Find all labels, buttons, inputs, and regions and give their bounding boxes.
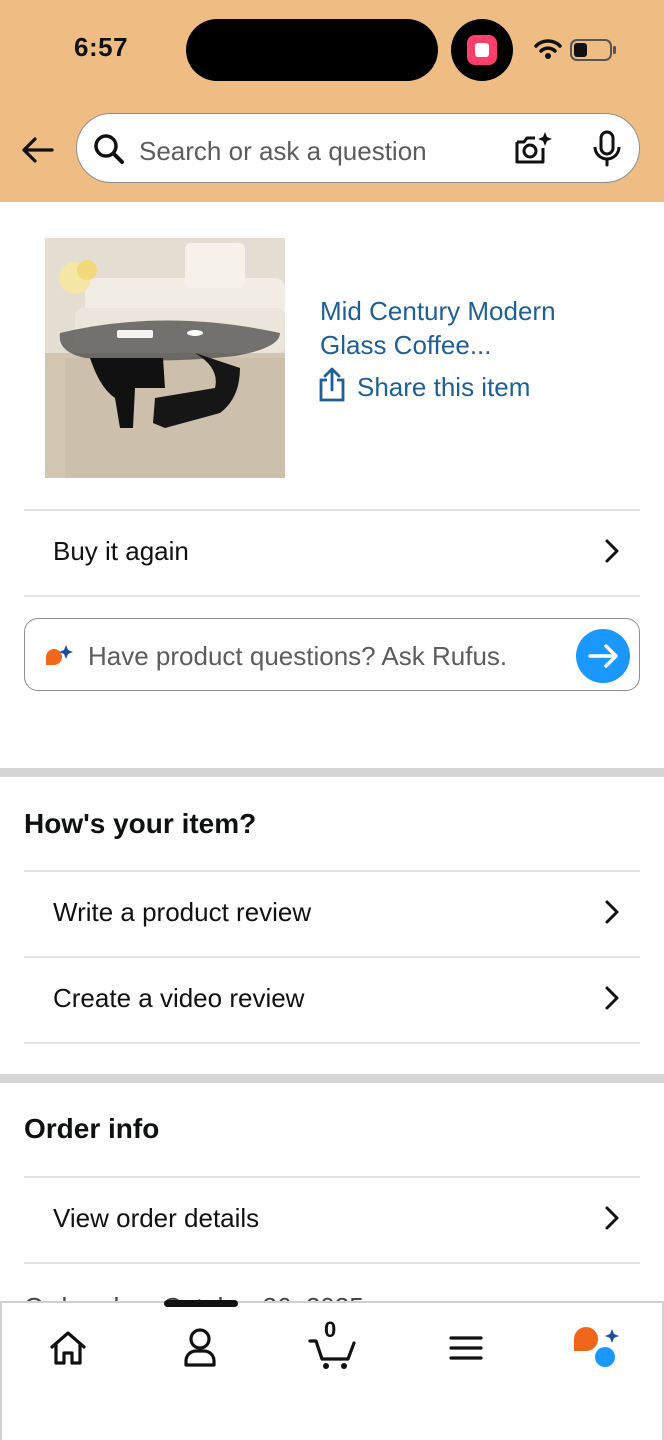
wifi-icon xyxy=(534,39,562,59)
rufus-icon xyxy=(574,1327,619,1367)
status-time: 6:57 xyxy=(74,32,129,62)
rufus-submit-button[interactable] xyxy=(576,629,630,683)
active-tab-indicator xyxy=(164,1300,238,1307)
nav-home[interactable] xyxy=(38,1321,98,1373)
nav-rufus[interactable] xyxy=(568,1321,628,1373)
battery-icon xyxy=(570,39,616,61)
divider xyxy=(24,1042,640,1044)
chevron-right-icon xyxy=(605,1206,619,1230)
nav-cart[interactable]: 0 xyxy=(304,1317,364,1373)
rufus-placeholder: Have product questions? Ask Rufus. xyxy=(88,641,508,671)
bottom-navigation: 0 xyxy=(0,1300,664,1440)
search-icon xyxy=(94,134,124,164)
menu-icon xyxy=(449,1336,483,1360)
write-review-row[interactable]: Write a product review xyxy=(24,871,640,955)
write-review-label: Write a product review xyxy=(53,897,312,927)
share-icon xyxy=(319,367,345,402)
video-review-label: Create a video review xyxy=(53,983,305,1013)
app-notification-icon xyxy=(451,19,513,81)
camera-search-icon[interactable] xyxy=(513,130,553,168)
search-header: Search or ask a question xyxy=(0,100,664,202)
back-arrow-icon[interactable] xyxy=(18,130,58,170)
rufus-sparkle-icon xyxy=(46,645,73,665)
chevron-right-icon xyxy=(605,539,619,563)
divider xyxy=(24,1262,640,1264)
product-image[interactable] xyxy=(45,238,285,478)
view-order-details-label: View order details xyxy=(53,1203,260,1233)
ask-rufus-input[interactable]: Have product questions? Ask Rufus. xyxy=(24,618,640,691)
search-input[interactable]: Search or ask a question xyxy=(76,113,640,183)
arrow-right-icon xyxy=(588,644,618,668)
buy-it-again-row[interactable]: Buy it again xyxy=(24,510,640,594)
search-placeholder: Search or ask a question xyxy=(139,136,427,166)
video-review-row[interactable]: Create a video review xyxy=(24,957,640,1041)
product-title[interactable]: Mid Century Modern Glass Coffee... xyxy=(320,294,620,362)
nav-account[interactable] xyxy=(170,1321,230,1373)
buy-it-again-label: Buy it again xyxy=(53,536,189,566)
order-section-title: Order info xyxy=(24,1113,160,1144)
review-section-title: How's your item? xyxy=(24,808,257,839)
divider xyxy=(24,595,640,597)
share-label: Share this item xyxy=(357,372,531,402)
section-separator xyxy=(0,768,664,777)
chevron-right-icon xyxy=(605,900,619,924)
dynamic-island xyxy=(186,19,438,81)
home-icon xyxy=(50,1331,86,1365)
chevron-right-icon xyxy=(605,986,619,1010)
view-order-details-row[interactable]: View order details xyxy=(24,1177,640,1261)
nav-menu[interactable] xyxy=(436,1321,496,1373)
cart-count-badge: 0 xyxy=(324,1317,337,1342)
section-separator xyxy=(0,1074,664,1083)
microphone-icon[interactable] xyxy=(591,130,623,168)
account-icon xyxy=(184,1328,216,1367)
status-bar: 6:57 xyxy=(0,0,664,100)
